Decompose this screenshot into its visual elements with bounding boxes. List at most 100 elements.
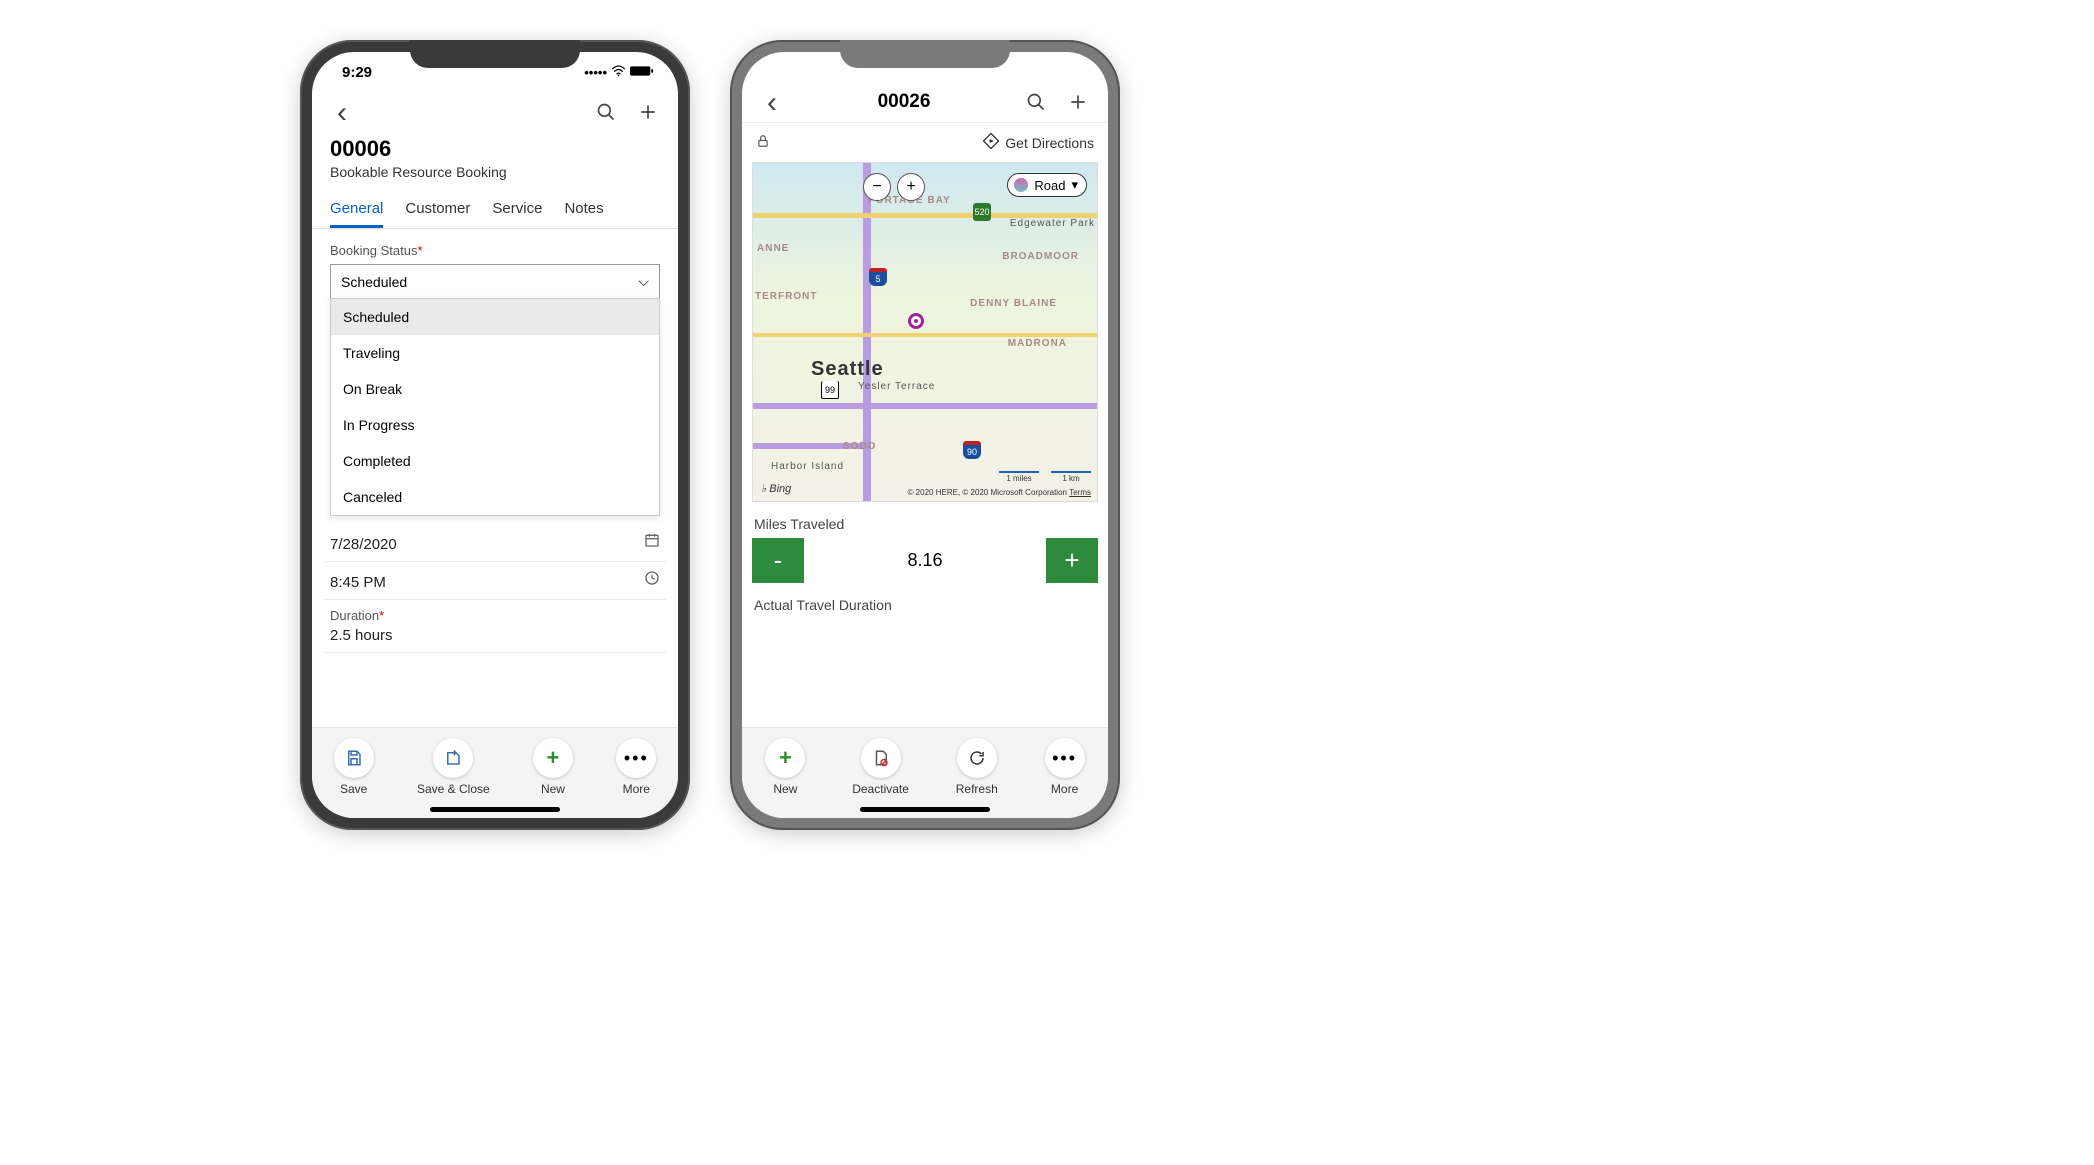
add-icon[interactable]: [1066, 90, 1090, 114]
map-label-terfront: TERFRONT: [755, 291, 817, 302]
map-label-harbor: Harbor Island: [771, 461, 844, 472]
new-button[interactable]: + New: [765, 738, 805, 796]
miles-traveled-label: Miles Traveled: [752, 516, 1098, 538]
map-scale: 1 miles 1 km: [999, 471, 1091, 483]
date-field[interactable]: 7/28/2020: [324, 524, 666, 562]
miles-increment[interactable]: +: [1046, 538, 1098, 583]
map[interactable]: PORTAGE BAY Edgewater Park BROADMOOR DEN…: [752, 162, 1098, 502]
option-canceled[interactable]: Canceled: [331, 479, 659, 515]
actual-travel-duration-label: Actual Travel Duration: [742, 583, 1108, 613]
map-label-edgewater: Edgewater Park: [1010, 218, 1095, 229]
tab-customer[interactable]: Customer: [405, 190, 470, 228]
option-completed[interactable]: Completed: [331, 443, 659, 479]
time-field[interactable]: 8:45 PM: [324, 562, 666, 600]
save-icon: [334, 738, 374, 778]
home-indicator[interactable]: [860, 807, 990, 812]
map-terms-link[interactable]: Terms: [1069, 488, 1091, 497]
save-button[interactable]: Save: [334, 738, 374, 796]
signal-icon: •••••: [584, 65, 607, 80]
option-scheduled[interactable]: Scheduled: [331, 299, 659, 335]
home-indicator[interactable]: [430, 807, 560, 812]
record-title: 00006: [330, 136, 660, 162]
booking-status-label: Booking Status*: [330, 243, 660, 258]
deactivate-button[interactable]: Deactivate: [852, 738, 909, 796]
get-directions-label: Get Directions: [1005, 135, 1094, 151]
save-close-button[interactable]: Save & Close: [417, 738, 490, 796]
map-label-yesler: Yesler Terrace: [858, 381, 935, 392]
map-city-label: Seattle: [811, 358, 884, 381]
map-type-label: Road: [1034, 178, 1065, 193]
more-icon: •••: [1045, 738, 1085, 778]
duration-field[interactable]: Duration* 2.5 hours: [324, 600, 666, 653]
refresh-icon: [957, 738, 997, 778]
sub-row: Get Directions: [742, 123, 1108, 162]
bottom-bar-right: + New Deactivate Refresh •••: [742, 727, 1108, 818]
map-label-broadmoor: BROADMOOR: [1002, 251, 1079, 262]
map-type-select[interactable]: Road ▾: [1007, 173, 1087, 197]
map-attribution: © 2020 HERE, © 2020 Microsoft Corporatio…: [908, 488, 1091, 497]
map-zoom-in[interactable]: +: [897, 173, 925, 201]
page-title: 00026: [784, 91, 1024, 113]
wifi-icon: [611, 65, 626, 80]
more-button[interactable]: ••• More: [1045, 738, 1085, 796]
clock-icon: [644, 570, 660, 591]
new-icon: +: [765, 738, 805, 778]
bottom-bar-left: Save Save & Close + New ••• More: [312, 727, 678, 818]
bing-logo: ♭ Bing: [761, 482, 791, 495]
phone-frame-right: 00026 G: [730, 40, 1120, 830]
map-zoom-out[interactable]: −: [863, 173, 891, 201]
option-in-progress[interactable]: In Progress: [331, 407, 659, 443]
phone-frame-left: 9:29 •••••: [300, 40, 690, 830]
map-shield-99: 99: [821, 381, 839, 399]
status-time: 9:29: [342, 64, 372, 81]
time-value: 8:45 PM: [330, 574, 386, 591]
map-shield-i90: 90: [963, 441, 981, 459]
miles-decrement[interactable]: -: [752, 538, 804, 583]
duration-label: Duration*: [330, 608, 660, 623]
screen-right: 00026 G: [742, 52, 1108, 818]
option-traveling[interactable]: Traveling: [331, 335, 659, 371]
search-icon[interactable]: [594, 100, 618, 124]
directions-icon: [983, 133, 999, 152]
map-label-sodo: SODO: [843, 441, 876, 452]
tabs: General Customer Service Notes: [312, 190, 678, 229]
get-directions-button[interactable]: Get Directions: [983, 133, 1094, 152]
add-icon[interactable]: [636, 100, 660, 124]
record-subtitle: Bookable Resource Booking: [330, 164, 660, 180]
map-label-denny: DENNY BLAINE: [970, 298, 1057, 309]
back-button[interactable]: [760, 90, 784, 114]
calendar-icon: [644, 532, 660, 553]
more-icon: •••: [616, 738, 656, 778]
lock-icon: [756, 134, 770, 151]
map-shield-520: 520: [973, 203, 991, 221]
new-button[interactable]: + New: [533, 738, 573, 796]
booking-status-value: Scheduled: [341, 274, 407, 290]
refresh-button[interactable]: Refresh: [956, 738, 998, 796]
chevron-down-icon: ⌵: [638, 273, 649, 290]
more-button[interactable]: ••• More: [616, 738, 656, 796]
date-value: 7/28/2020: [330, 536, 397, 553]
map-shield-i5: 5: [869, 268, 887, 286]
map-pin: [908, 313, 924, 329]
screen-left: 9:29 •••••: [312, 52, 678, 818]
tab-notes[interactable]: Notes: [564, 190, 603, 228]
booking-status-dropdown: Scheduled Traveling On Break In Progress…: [330, 298, 660, 516]
tab-general[interactable]: General: [330, 190, 383, 228]
phone-notch: [840, 40, 1010, 68]
booking-status-select[interactable]: Scheduled ⌵: [330, 264, 660, 299]
duration-value: 2.5 hours: [330, 627, 660, 644]
search-icon[interactable]: [1024, 90, 1048, 114]
miles-value[interactable]: 8.16: [804, 538, 1046, 583]
deactivate-icon: [861, 738, 901, 778]
option-on-break[interactable]: On Break: [331, 371, 659, 407]
tab-service[interactable]: Service: [492, 190, 542, 228]
nav-row: [312, 92, 678, 132]
map-label-madrona: MADRONA: [1008, 338, 1067, 349]
nav-row-right: 00026: [742, 82, 1108, 122]
phone-notch: [410, 40, 580, 68]
map-type-icon: [1014, 178, 1028, 192]
miles-traveled-block: Miles Traveled - 8.16 +: [752, 516, 1098, 583]
back-button[interactable]: [330, 100, 354, 124]
save-close-icon: [433, 738, 473, 778]
battery-icon: [630, 65, 654, 80]
